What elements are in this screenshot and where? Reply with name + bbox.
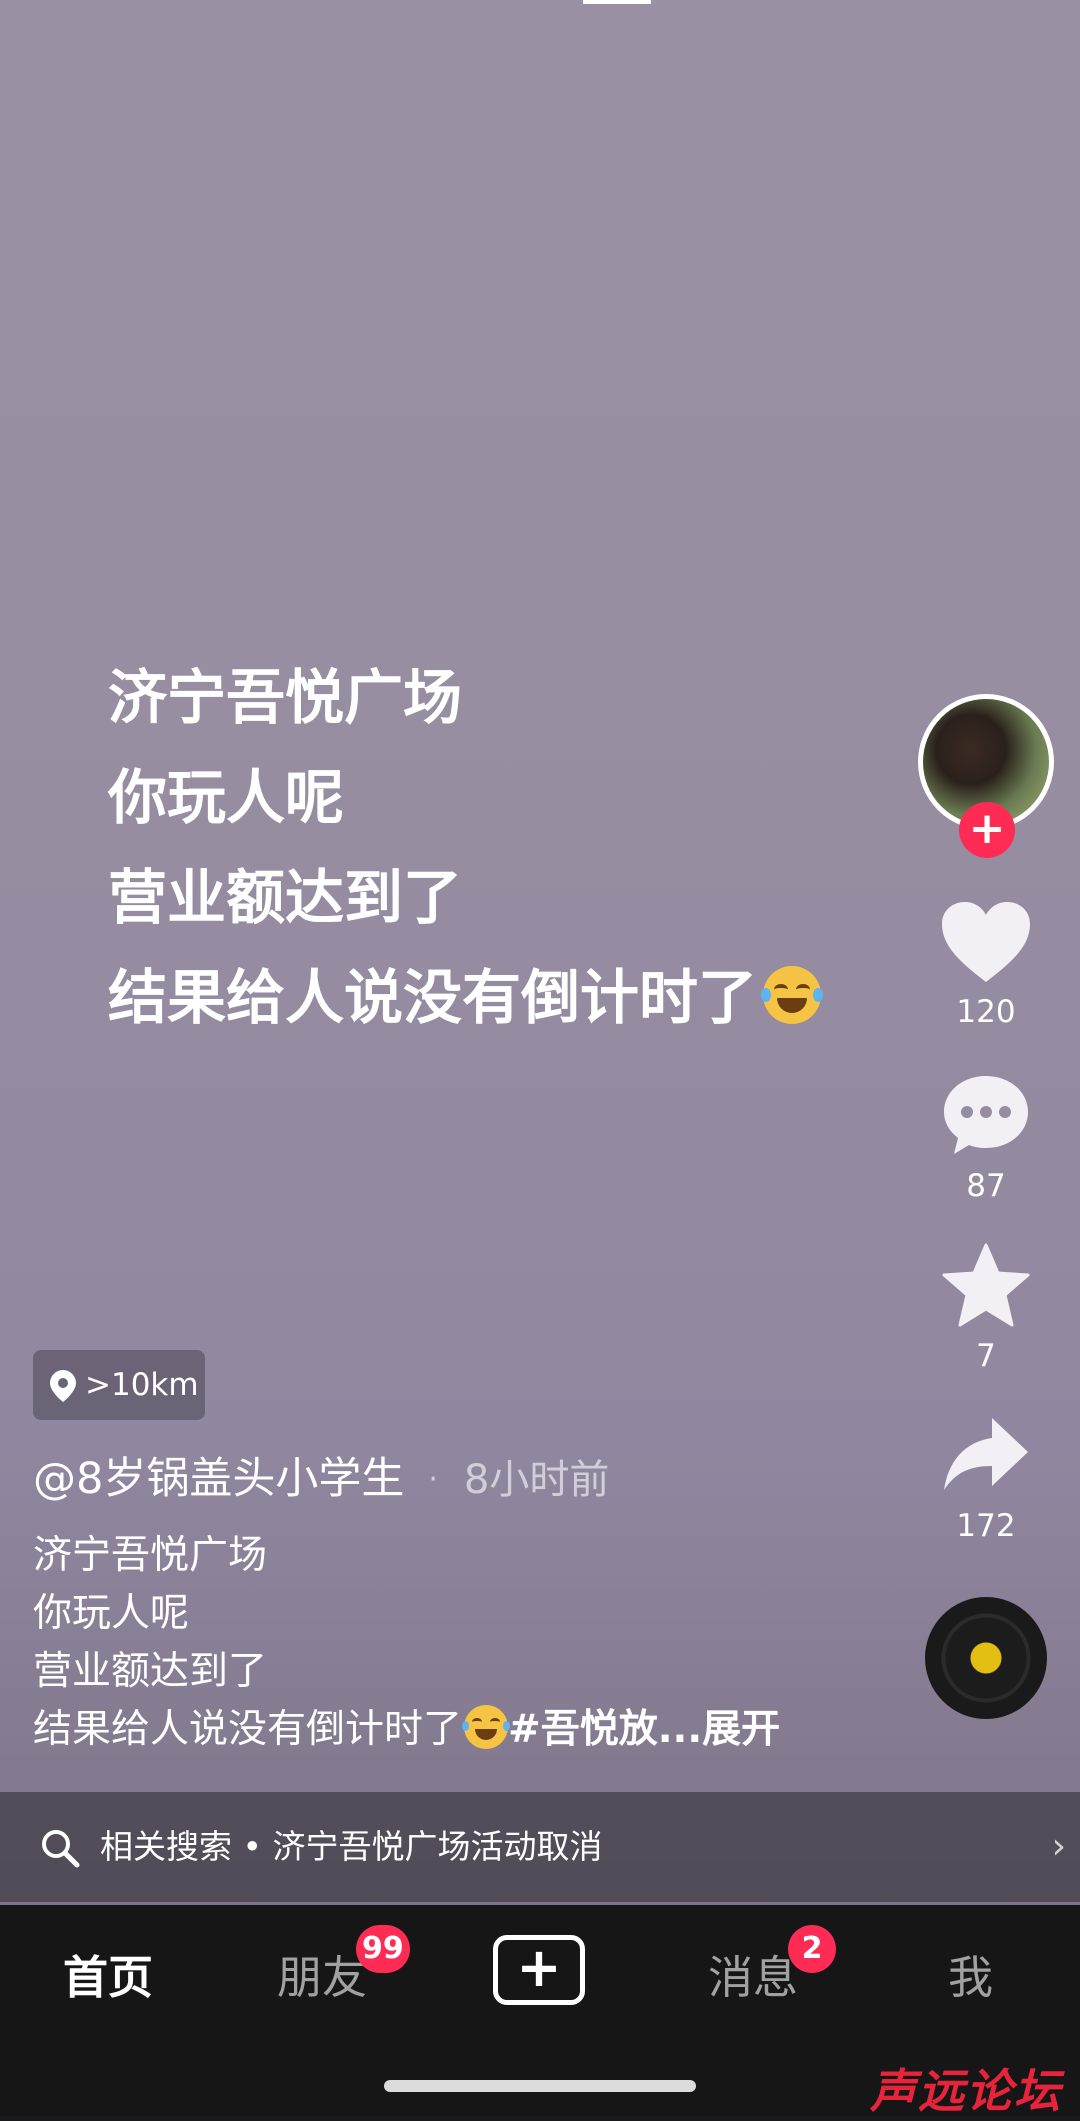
desc-line: 你玩人呢 (33, 1591, 190, 1636)
chevron-right-icon: › (1051, 1826, 1066, 1867)
top-tab-indicator (583, 0, 651, 4)
related-search-text: 相关搜索 • 济宁吾悦广场活动取消 (100, 1827, 603, 1866)
music-disc-button[interactable] (925, 1597, 1047, 1719)
follow-button[interactable]: + (959, 802, 1015, 858)
share-arrow-icon (944, 1418, 1028, 1490)
location-distance: >10km (85, 1367, 199, 1403)
nav-me[interactable]: 我 (948, 1941, 993, 2006)
author-name[interactable]: @8岁锅盖头小学生 (33, 1454, 404, 1504)
desc-line-text: 结果给人说没有倒计时了 (33, 1707, 463, 1752)
tear-icon (813, 988, 824, 1002)
heart-icon (942, 902, 1030, 982)
hashtag-link[interactable]: #吾悦放... (508, 1707, 702, 1752)
post-time: 8小时前 (463, 1457, 610, 1503)
search-icon (42, 1830, 80, 1868)
nav-home[interactable]: 首页 (63, 1941, 153, 2006)
desc-line: 济宁吾悦广场 (33, 1533, 268, 1578)
watermark-logo: 声远论坛 (870, 2064, 1062, 2118)
post-description[interactable]: 济宁吾悦广场 你玩人呢 营业额达到了 结果给人说没有倒计时了 #吾悦放...展开 (33, 1527, 780, 1759)
comment-icon (944, 1076, 1028, 1154)
like-button[interactable]: 120 (918, 900, 1054, 1030)
tear-icon (503, 1721, 511, 1731)
home-indicator (384, 2080, 696, 2092)
location-tag[interactable]: >10km (33, 1350, 205, 1420)
friends-badge: 99 (356, 1925, 410, 1973)
tear-icon (462, 1721, 470, 1731)
share-button[interactable]: 172 (918, 1414, 1054, 1544)
overlay-line: 营业额达到了 (108, 863, 463, 932)
video-overlay-text: 济宁吾悦广场 你玩人呢 营业额达到了 结果给人说没有倒计时了 (108, 648, 824, 1048)
emoji-mouth (777, 998, 808, 1013)
overlay-line: 你玩人呢 (108, 763, 345, 832)
author-avatar-button[interactable]: + (918, 694, 1054, 858)
messages-badge: 2 (788, 1925, 836, 1973)
desc-line: 营业额达到了 (33, 1649, 268, 1694)
share-count: 172 (956, 1508, 1016, 1544)
star-icon (942, 1243, 1030, 1327)
tear-icon (761, 988, 772, 1002)
separator-dot: · (428, 1462, 438, 1497)
like-count: 120 (956, 994, 1016, 1030)
desc-line: 结果给人说没有倒计时了 #吾悦放...展开 (33, 1701, 780, 1759)
emoji-mouth (475, 1729, 498, 1740)
favorite-button[interactable]: 7 (918, 1242, 1054, 1374)
author-line: @8岁锅盖头小学生 · 8小时前 (33, 1444, 609, 1506)
expand-button[interactable]: 展开 (702, 1707, 780, 1752)
laughing-emoji-icon (761, 966, 824, 1024)
video-player[interactable]: 济宁吾悦广场 你玩人呢 营业额达到了 结果给人说没有倒计时了 + 120 87 (0, 0, 1080, 1905)
favorite-count: 7 (976, 1338, 996, 1374)
comment-button[interactable]: 87 (918, 1072, 1054, 1204)
overlay-line: 结果给人说没有倒计时了 (108, 948, 824, 1048)
overlay-line: 济宁吾悦广场 (108, 663, 463, 732)
comment-count: 87 (966, 1168, 1006, 1204)
create-button[interactable]: + (493, 1935, 585, 2005)
bottom-nav: 首页 朋友 99 + 消息 2 我 声远论坛 (0, 1905, 1080, 2118)
nav-friends[interactable]: 朋友 (277, 1941, 367, 2006)
overlay-line-text: 结果给人说没有倒计时了 (108, 963, 758, 1032)
laughing-emoji-icon (462, 1705, 511, 1749)
nav-messages[interactable]: 消息 (708, 1941, 798, 2006)
location-pin-icon (50, 1370, 76, 1402)
related-search-bar[interactable]: 相关搜索 • 济宁吾悦广场活动取消 › (0, 1792, 1080, 1902)
